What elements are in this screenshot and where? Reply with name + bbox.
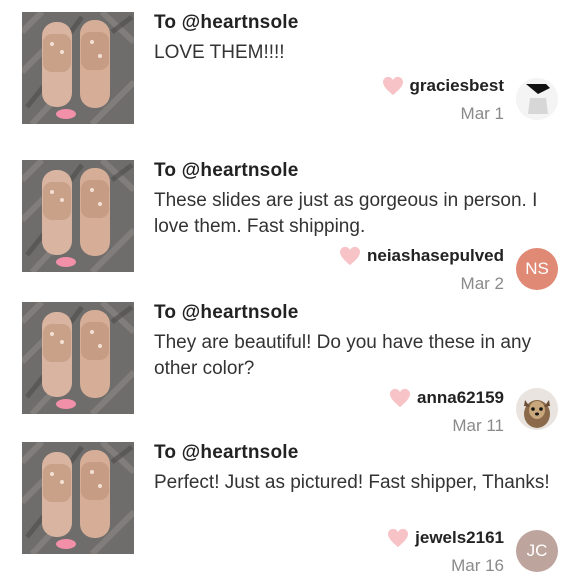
review-meta: jewels2161 Mar 16 [387, 528, 504, 576]
heart-icon[interactable] [339, 246, 361, 266]
product-thumbnail[interactable] [22, 442, 134, 554]
review-recipient: To @heartnsole [154, 160, 299, 181]
product-thumbnail[interactable] [22, 160, 134, 272]
review-message: Perfect! Just as pictured! Fast shipper,… [154, 472, 550, 493]
review-message: These slides are just as gorgeous in per… [154, 190, 538, 237]
review-feed: To @heartnsole LOVE THEM!!!! graciesbest… [0, 0, 580, 580]
rose-gold-slides-photo [22, 302, 134, 414]
product-thumbnail[interactable] [22, 302, 134, 414]
reviewer-username[interactable]: neiashasepulved [367, 246, 504, 266]
reviewer-username[interactable]: anna62159 [417, 388, 504, 408]
review-item: To @heartnsole These slides are just as … [0, 148, 580, 293]
review-meta: anna62159 Mar 11 [389, 388, 504, 436]
review-item: To @heartnsole Perfect! Just as pictured… [0, 430, 580, 575]
review-item: To @heartnsole LOVE THEM!!!! graciesbest… [0, 0, 580, 140]
dog-photo-avatar [516, 388, 558, 430]
reviewer-avatar[interactable] [516, 78, 558, 120]
reviewer-avatar[interactable] [516, 388, 558, 430]
review-date: Mar 16 [451, 556, 504, 575]
review-recipient: To @heartnsole [154, 302, 299, 323]
shoe-sketch-avatar [516, 78, 558, 120]
reviewer-username[interactable]: jewels2161 [415, 528, 504, 548]
review-message: They are beautiful! Do you have these in… [154, 332, 532, 379]
heart-icon[interactable] [387, 528, 409, 548]
reviewer-avatar[interactable]: JC [516, 530, 558, 572]
rose-gold-slides-photo [22, 442, 134, 554]
review-item: To @heartnsole They are beautiful! Do yo… [0, 290, 580, 435]
product-thumbnail[interactable] [22, 12, 134, 124]
rose-gold-slides-photo [22, 160, 134, 272]
heart-icon[interactable] [389, 388, 411, 408]
review-meta: graciesbest Mar 1 [382, 76, 505, 124]
heart-icon[interactable] [382, 76, 404, 96]
reviewer-username[interactable]: graciesbest [410, 76, 505, 96]
review-recipient: To @heartnsole [154, 442, 299, 463]
review-date: Mar 1 [460, 104, 504, 123]
reviewer-avatar[interactable]: NS [516, 248, 558, 290]
review-meta: neiashasepulved Mar 2 [339, 246, 504, 294]
rose-gold-slides-photo [22, 12, 134, 124]
review-recipient: To @heartnsole [154, 12, 299, 33]
review-message: LOVE THEM!!!! [154, 42, 285, 63]
